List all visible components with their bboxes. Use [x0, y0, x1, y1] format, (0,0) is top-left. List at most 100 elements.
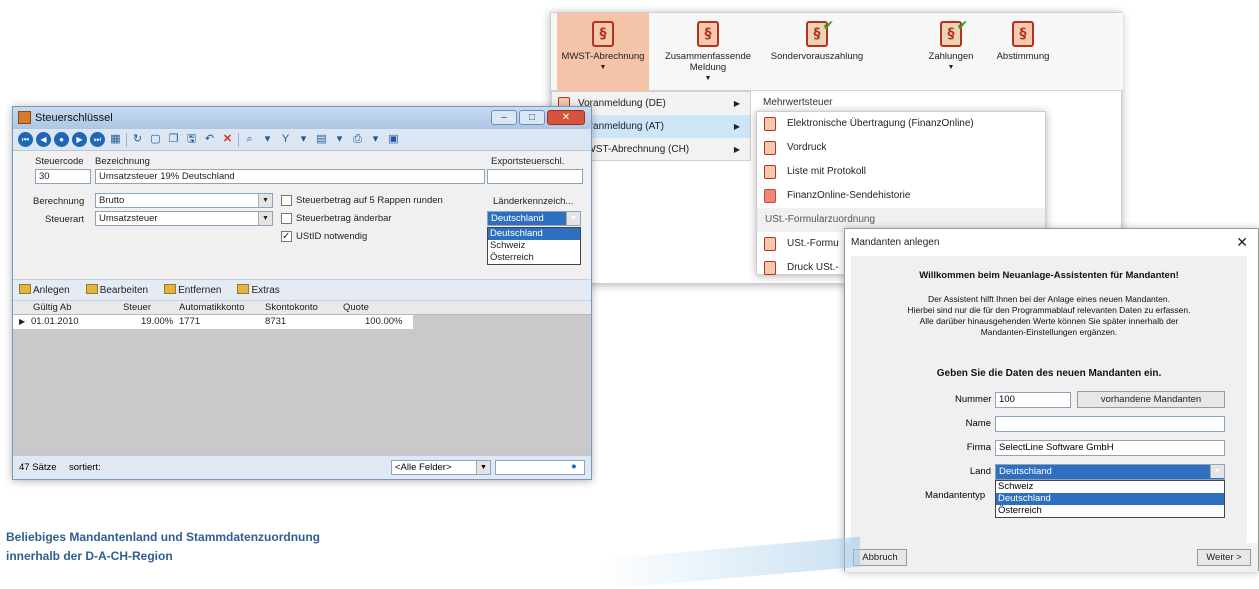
submenu-item-sendehistorie[interactable]: FinanzOnline-Sendehistorie — [757, 184, 1045, 208]
steuercode-label: Steuercode — [35, 156, 84, 167]
close-icon[interactable]: ✕ — [1236, 229, 1248, 256]
laenderkennz-select[interactable]: Deutschland — [487, 211, 581, 226]
mandanten-anlegen-dialog: Mandanten anlegen ✕ Willkommen beim Neua… — [844, 228, 1259, 572]
land-option[interactable]: Schweiz — [996, 481, 1224, 493]
paragraph-document-icon: § — [697, 21, 719, 47]
minimize-icon[interactable]: – — [491, 110, 517, 125]
stop-icon[interactable]: ● — [54, 132, 69, 147]
grid-view-icon[interactable]: ▦ — [108, 132, 123, 147]
table-cell: 19.00% — [141, 316, 174, 327]
intro-text: Hierbei sind nur die für den Programmabl… — [907, 305, 1191, 315]
chevron-right-icon: ▶ — [733, 99, 740, 108]
paragraph-icon — [764, 165, 776, 179]
filter-icon[interactable]: Y — [278, 132, 293, 147]
column-header[interactable]: Automatikkonto — [179, 301, 244, 315]
abstimmung-button[interactable]: § Abstimmung — [987, 13, 1059, 91]
data-subheading: Geben Sie die Daten des neuen Mandanten … — [936, 368, 1162, 379]
caption: Beliebiges Mandantenland und Stammdatenz… — [6, 528, 320, 566]
land-select[interactable]: Deutschland — [995, 464, 1225, 480]
name-input[interactable] — [995, 416, 1225, 432]
intro-text: Mandanten-Einstellungen ergänzen. — [980, 327, 1118, 337]
paragraph-check-icon: § — [940, 21, 962, 47]
search-icon[interactable]: ● — [571, 461, 577, 472]
table-icon — [764, 189, 776, 203]
zahlungen-button[interactable]: § Zahlungen ▼ — [923, 13, 979, 91]
steuer-table: Gültig Ab Steuer Automatikkonto Skontoko… — [13, 301, 591, 461]
anlegen-button[interactable]: Anlegen — [19, 284, 70, 296]
nummer-input[interactable]: 100 — [995, 392, 1071, 408]
action-bar: Anlegen Bearbeiten Entfernen Extras — [13, 279, 591, 301]
runden-checkbox[interactable] — [281, 195, 292, 206]
submenu-item-elektronische-uebertragung[interactable]: Elektronische Übertragung (FinanzOnline) — [757, 112, 1045, 136]
paragraph-icon — [764, 117, 776, 131]
bezeichnung-input[interactable]: Umsatzsteuer 19% Deutschland — [95, 169, 485, 184]
extras-button[interactable]: Extras — [237, 284, 280, 296]
column-header[interactable]: Gültig Ab — [33, 301, 72, 315]
chevron-down-icon: ▼ — [947, 64, 955, 71]
toolbar: ⏮ ◀ ● ▶ ⏭ ▦ ↻ ▢ ❐ 🖫 ↶ ✕ ⌕ ▾ Y ▾ ▤ ▾ ⎙ ▾ … — [13, 129, 591, 151]
maximize-icon[interactable]: □ — [519, 110, 545, 125]
bearbeiten-button[interactable]: Bearbeiten — [85, 284, 148, 296]
next-button[interactable]: Weiter > — [1197, 549, 1251, 566]
ustid-label: UStID notwendig — [296, 231, 368, 242]
berechnung-label: Berechnung — [33, 196, 85, 207]
delete-icon[interactable]: ✕ — [220, 132, 235, 147]
exportsteuer-label: Exportsteuerschl. — [491, 156, 565, 167]
laenderkennz-label: Länderkennzeich... — [493, 196, 574, 207]
refresh-icon[interactable]: ↻ — [130, 132, 145, 147]
first-record-icon[interactable]: ⏮ — [18, 132, 33, 147]
chevron-right-icon: ▶ — [733, 145, 740, 154]
submenu-item-vordruck[interactable]: Vordruck — [757, 136, 1045, 160]
previous-record-icon[interactable]: ◀ — [36, 132, 51, 147]
table-cell: 01.01.2010 — [31, 316, 79, 327]
cancel-button[interactable]: Abbruch — [853, 549, 907, 566]
folder-add-icon — [19, 284, 31, 294]
berechnung-select[interactable]: Brutto — [95, 193, 273, 208]
chevron-down-icon[interactable]: ▾ — [368, 132, 383, 147]
firma-input[interactable]: SelectLine Software GmbH — [995, 440, 1225, 456]
country-option[interactable]: Schweiz — [488, 240, 580, 252]
existing-clients-button[interactable]: vorhandene Mandanten — [1077, 391, 1225, 408]
submenu-item-liste-mit-protokoll[interactable]: Liste mit Protokoll — [757, 160, 1045, 184]
steuerart-select[interactable]: Umsatzsteuer — [95, 211, 273, 226]
save-icon[interactable]: 🖫 — [184, 132, 199, 147]
paragraph-document-icon: § — [1012, 21, 1034, 47]
close-icon[interactable]: ✕ — [547, 110, 585, 125]
last-record-icon[interactable]: ⏭ — [90, 132, 105, 147]
column-header[interactable]: Steuer — [123, 301, 151, 315]
welcome-heading: Willkommen beim Neuanlage-Assistenten fü… — [919, 270, 1179, 281]
runden-label: Steuerbetrag auf 5 Rappen runden — [296, 195, 443, 206]
entfernen-button[interactable]: Entfernen — [164, 284, 221, 296]
search-icon[interactable]: ⌕ — [242, 132, 257, 147]
aenderbar-checkbox[interactable] — [281, 213, 292, 224]
chevron-down-icon[interactable]: ▾ — [296, 132, 311, 147]
undo-icon[interactable]: ↶ — [202, 132, 217, 147]
table-row[interactable]: ▶ 01.01.2010 19.00% 1771 8731 100.00% — [13, 315, 413, 329]
ustid-checkbox[interactable] — [281, 231, 292, 242]
steuerschluessel-window: Steuerschlüssel – □ ✕ ⏮ ◀ ● ▶ ⏭ ▦ ↻ ▢ ❐ … — [12, 106, 592, 480]
mwst-abrechnung-button[interactable]: § MWST-Abrechnung ▼ — [557, 13, 649, 91]
sondervorauszahlung-button[interactable]: § Sondervorauszahlung — [767, 13, 867, 91]
dialog-body: Willkommen beim Neuanlage-Assistenten fü… — [851, 256, 1247, 543]
export-icon[interactable]: ▣ — [386, 132, 401, 147]
next-record-icon[interactable]: ▶ — [72, 132, 87, 147]
print-icon[interactable]: ⎙ — [350, 132, 365, 147]
filter-field-select[interactable]: <Alle Felder> — [391, 460, 491, 475]
column-header[interactable]: Quote — [343, 301, 369, 315]
zusammenfassende-meldung-button[interactable]: § Zusammenfassende Meldung ▼ — [655, 13, 761, 91]
chevron-down-icon[interactable]: ▾ — [260, 132, 275, 147]
steuercode-input[interactable]: 30 — [35, 169, 91, 184]
copy-icon[interactable]: ❐ — [166, 132, 181, 147]
exportsteuer-input[interactable] — [487, 169, 583, 184]
steuer-form: Steuercode Bezeichnung Exportsteuerschl.… — [13, 151, 591, 279]
country-option[interactable]: Österreich — [488, 252, 580, 264]
chevron-down-icon[interactable]: ▾ — [332, 132, 347, 147]
window-titlebar: Steuerschlüssel – □ ✕ — [13, 107, 591, 129]
land-option[interactable]: Österreich — [996, 505, 1224, 517]
land-option[interactable]: Deutschland — [996, 493, 1224, 505]
report-icon[interactable]: ▤ — [314, 132, 329, 147]
country-option[interactable]: Deutschland — [488, 228, 580, 240]
table-header: Gültig Ab Steuer Automatikkonto Skontoko… — [13, 301, 591, 315]
column-header[interactable]: Skontokonto — [265, 301, 318, 315]
new-document-icon[interactable]: ▢ — [148, 132, 163, 147]
